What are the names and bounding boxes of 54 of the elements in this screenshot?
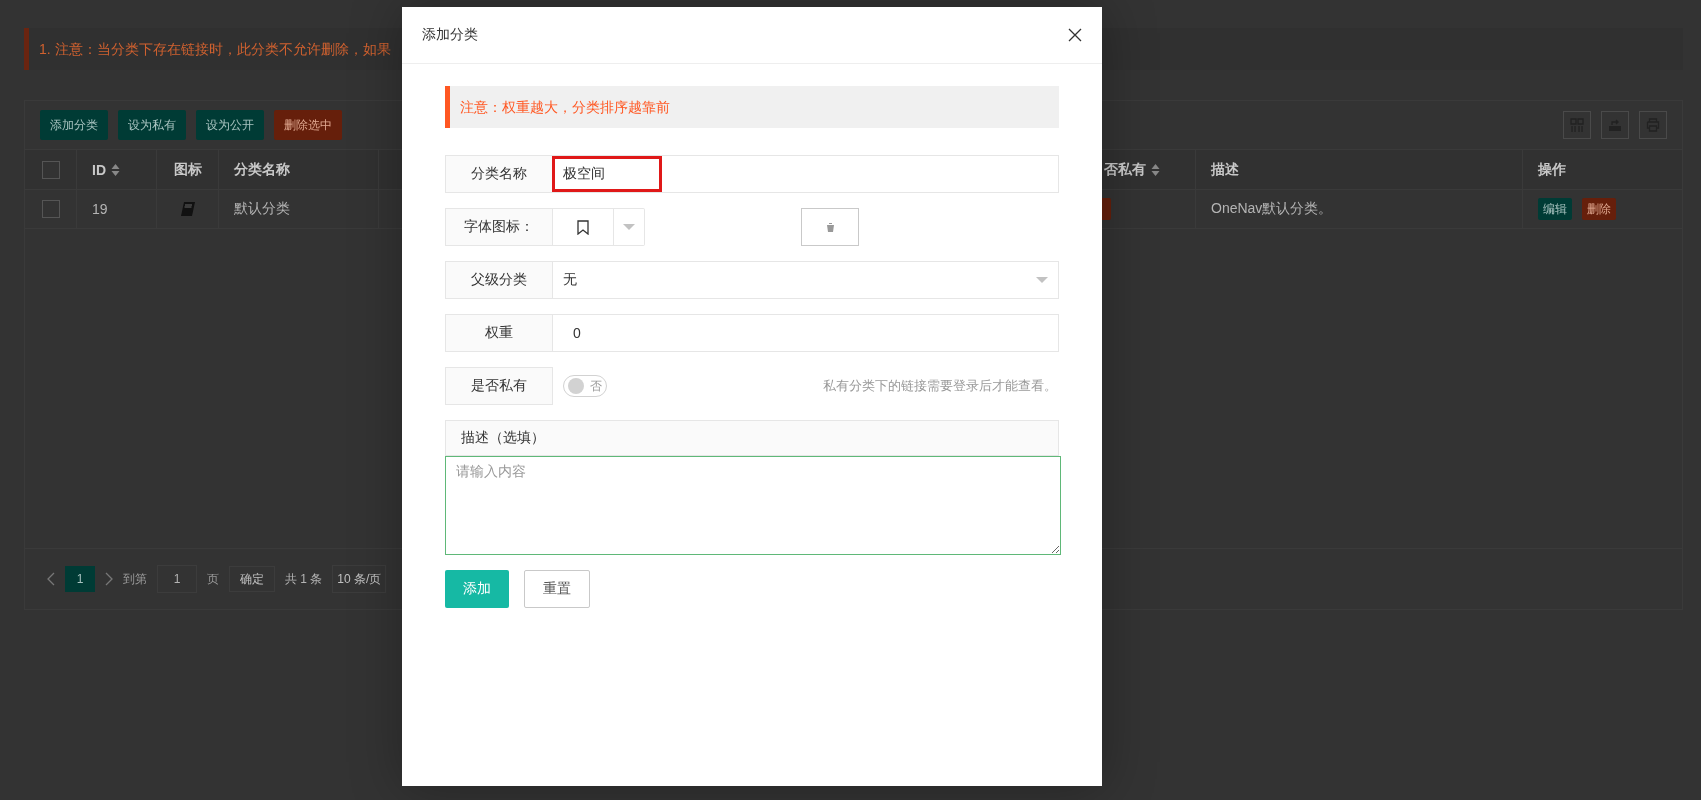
- toolbar-button[interactable]: 设为私有: [118, 110, 186, 140]
- field-label: 父级分类: [445, 261, 553, 299]
- column-header: 图标: [173, 160, 202, 179]
- close-icon[interactable]: [1068, 28, 1082, 42]
- bookmark-icon: [577, 219, 589, 235]
- confirm-button[interactable]: 确定: [229, 566, 275, 592]
- print-button[interactable]: [1639, 111, 1667, 139]
- pager-label: 到第: [123, 570, 147, 588]
- input-field[interactable]: 极空间: [553, 155, 1059, 193]
- field-label: 字体图标：: [445, 208, 553, 246]
- chevron-right-icon[interactable]: [105, 572, 113, 586]
- notice-text: 注意：权重越大，分类排序越靠前: [445, 86, 1059, 128]
- row-action-button[interactable]: 编辑: [1538, 198, 1572, 220]
- icon-picker[interactable]: [553, 208, 645, 246]
- chevron-left-icon[interactable]: [47, 572, 55, 586]
- row-action-button[interactable]: 删除: [1582, 198, 1616, 220]
- toolbar-button[interactable]: 添加分类: [40, 110, 108, 140]
- sort-icon[interactable]: [111, 162, 120, 177]
- field-label: 描述（选填）: [445, 420, 1059, 456]
- column-header: 分类名称: [234, 160, 290, 179]
- field-label: 权重: [445, 314, 553, 352]
- toolbar-button[interactable]: 设为公开: [196, 110, 264, 140]
- export-button[interactable]: [1601, 111, 1629, 139]
- pager-label: 页: [207, 570, 219, 588]
- field-label: 分类名称: [445, 155, 553, 193]
- caret-down-icon: [1036, 276, 1048, 284]
- dialog-title: 添加分类: [422, 26, 478, 44]
- checkbox[interactable]: [41, 200, 60, 218]
- table-cell: 默认分类: [234, 200, 290, 218]
- table-cell: 19: [92, 201, 108, 217]
- field-label: 是否私有: [445, 367, 553, 405]
- total-count: 共 1 条: [285, 570, 323, 588]
- caret-down-icon: [623, 223, 635, 231]
- column-header: 描述: [1211, 160, 1239, 179]
- page-number[interactable]: 1: [65, 566, 95, 592]
- column-header: ID: [92, 161, 106, 178]
- column-header: 操作: [1538, 160, 1566, 179]
- textarea-field[interactable]: 请输入内容: [445, 456, 1061, 555]
- sort-icon[interactable]: [1151, 162, 1160, 177]
- form-button[interactable]: 重置: [524, 570, 590, 608]
- table-cell: OneNav默认分类。: [1211, 200, 1333, 218]
- page-size-select[interactable]: 10 条/页: [332, 565, 387, 593]
- columns-button[interactable]: [1563, 111, 1591, 139]
- page-input[interactable]: 1: [157, 565, 197, 593]
- toolbar-button[interactable]: 删除选中: [274, 110, 342, 140]
- checkbox[interactable]: [41, 160, 60, 179]
- hint-text: 私有分类下的链接需要登录后才能查看。: [823, 377, 1057, 395]
- delete-button[interactable]: [801, 208, 859, 246]
- book-icon: [179, 201, 196, 217]
- select-field[interactable]: 无: [553, 261, 1059, 299]
- highlight-box: 极空间: [552, 156, 662, 192]
- column-header: 否私有: [1104, 160, 1146, 179]
- trash-icon: [824, 221, 836, 233]
- input-field[interactable]: 0: [553, 314, 1059, 352]
